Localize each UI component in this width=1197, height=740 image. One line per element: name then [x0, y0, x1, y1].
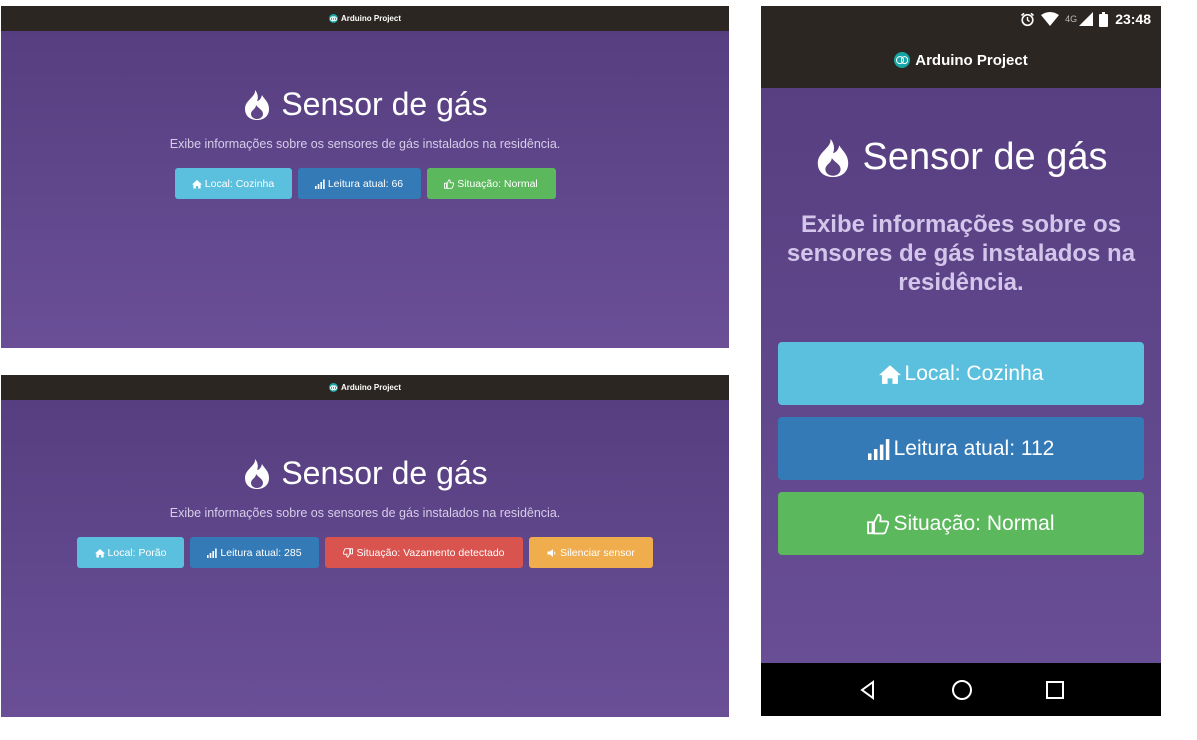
reading-label: Leitura atual: 112 [893, 436, 1055, 460]
status-button[interactable]: Situação: Normal [778, 492, 1144, 555]
alarm-icon [1020, 12, 1035, 27]
android-nav-bar [761, 663, 1161, 716]
button-row: Local: Porão Leitura atual: 285 Situação… [1, 537, 729, 568]
arduino-logo-icon [328, 383, 338, 392]
arduino-logo-icon [328, 14, 338, 23]
desktop-normal-panel: Arduino Project Sensor de gás Exibe info… [1, 6, 729, 348]
navbar: Arduino Project [1, 6, 729, 31]
home-icon [878, 363, 901, 385]
silence-label: Silenciar sensor [560, 546, 635, 559]
reading-button[interactable]: Leitura atual: 285 [190, 537, 319, 568]
local-label: Local: Cozinha [904, 361, 1044, 385]
arduino-logo-icon [894, 52, 911, 68]
home-nav-icon[interactable] [951, 679, 973, 701]
signal-bars-icon [867, 438, 890, 460]
thumbs-up-icon [444, 178, 455, 189]
status-time: 23:48 [1115, 11, 1151, 27]
home-icon [94, 548, 105, 558]
wifi-icon [1041, 12, 1060, 26]
silence-sensor-button[interactable]: Silenciar sensor [529, 537, 653, 568]
flame-icon [245, 458, 270, 489]
mobile-panel: 4G 23:48 Arduino Project Sensor de gás E… [761, 6, 1161, 716]
reading-button[interactable]: Leitura atual: 66 [297, 168, 421, 199]
button-column: Local: Cozinha Leitura atual: 112 Situaç… [778, 342, 1144, 567]
page-title-text: Sensor de gás [281, 86, 488, 122]
local-label: Local: Porão [107, 546, 167, 559]
back-icon[interactable] [858, 679, 878, 700]
status-button[interactable]: Situação: Normal [426, 168, 556, 199]
navbar-brand[interactable]: Arduino Project [341, 383, 401, 392]
page-title: Sensor de gás [1, 455, 729, 492]
local-button[interactable]: Local: Porão [77, 537, 184, 568]
navbar: Arduino Project [761, 32, 1161, 88]
thumbs-down-icon [343, 547, 354, 558]
page-title-text: Sensor de gás [862, 136, 1108, 178]
page-title: Sensor de gás [761, 136, 1161, 179]
battery-icon [1099, 11, 1109, 27]
home-icon [191, 179, 202, 189]
navbar-brand[interactable]: Arduino Project [915, 52, 1028, 69]
page-title: Sensor de gás [1, 86, 729, 123]
flame-icon [245, 89, 270, 120]
recents-icon[interactable] [1046, 680, 1065, 699]
status-label: Situação: Normal [893, 511, 1055, 535]
status-label: Situação: Vazamento detectado [356, 546, 505, 559]
local-button[interactable]: Local: Cozinha [778, 342, 1144, 405]
page-subtitle: Exibe informações sobre os sensores de g… [169, 137, 561, 151]
page-subtitle: Exibe informações sobre os sensores de g… [786, 211, 1136, 296]
status-button[interactable]: Situação: Vazamento detectado [325, 537, 523, 568]
button-row: Local: Cozinha Leitura atual: 66 Situaçã… [1, 168, 729, 199]
reading-label: Leitura atual: 285 [220, 546, 302, 559]
page-title-text: Sensor de gás [281, 455, 488, 491]
local-label: Local: Cozinha [204, 177, 275, 190]
navbar: Arduino Project [1, 375, 729, 400]
reading-button[interactable]: Leitura atual: 112 [778, 417, 1144, 480]
page-subtitle: Exibe informações sobre os sensores de g… [169, 506, 561, 520]
status-bar: 4G 23:48 [761, 6, 1161, 32]
status-label: Situação: Normal [457, 177, 538, 190]
navbar-brand[interactable]: Arduino Project [341, 14, 401, 23]
cell-signal-icon [1079, 12, 1094, 26]
flame-icon [818, 138, 849, 177]
desktop-alert-panel: Arduino Project Sensor de gás Exibe info… [1, 375, 729, 717]
network-type: 4G [1065, 14, 1078, 24]
reading-label: Leitura atual: 66 [327, 177, 404, 190]
signal-bars-icon [207, 548, 218, 558]
thumbs-up-icon [867, 513, 890, 535]
volume-icon [547, 548, 557, 558]
local-button[interactable]: Local: Cozinha [174, 168, 292, 199]
signal-bars-icon [314, 179, 325, 189]
